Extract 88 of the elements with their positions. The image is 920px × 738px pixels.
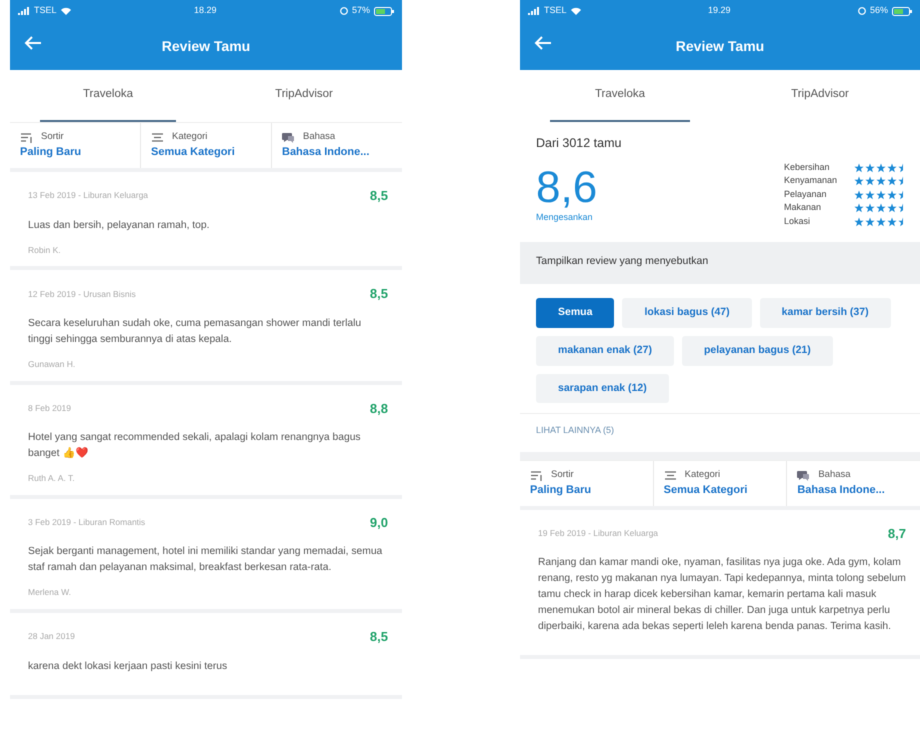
star-icon bbox=[876, 203, 886, 213]
star-icon bbox=[865, 162, 875, 172]
chat-bubble-icon bbox=[797, 468, 810, 482]
review-score: 8,7 bbox=[888, 524, 906, 543]
review-date: 28 Jan 2019 bbox=[28, 630, 75, 644]
carrier-name: TSEL bbox=[544, 4, 567, 18]
star-icon bbox=[854, 176, 864, 186]
battery-percentage: 56% bbox=[870, 4, 888, 18]
reviewer-name: Ruth A. A. T. bbox=[28, 472, 76, 485]
back-button[interactable] bbox=[534, 36, 552, 50]
back-button[interactable] bbox=[24, 36, 42, 50]
overall-score: 8,6 bbox=[536, 164, 598, 211]
filter-chip[interactable]: Semua bbox=[536, 298, 614, 328]
tab[interactable]: Traveloka bbox=[550, 70, 690, 122]
rating-label: Kebersihan bbox=[784, 160, 831, 174]
section-heading: Tampilkan review yang menyebutkan bbox=[520, 242, 920, 284]
star-icon bbox=[854, 216, 864, 226]
page-title: Review Tamu bbox=[162, 36, 250, 56]
star-icon bbox=[854, 162, 864, 172]
filter-dropdown[interactable]: Sortir Paling Baru bbox=[10, 123, 141, 168]
review-text: Secara keseluruhan sudah oke, cuma pemasangan shower mandi terlalu tinggi sehingga semburannya di atas kepala. bbox=[28, 316, 362, 347]
filter-dropdown[interactable]: Bahasa Bahasa Indone... bbox=[272, 123, 402, 168]
star-icon bbox=[876, 190, 886, 200]
star-icon bbox=[854, 190, 864, 200]
tab[interactable]: Traveloka bbox=[40, 70, 176, 122]
battery-icon bbox=[374, 6, 394, 16]
score-verdict: Mengesankan bbox=[536, 210, 594, 224]
star-icon bbox=[876, 176, 886, 186]
back-arrow-icon bbox=[534, 36, 552, 50]
reviewer-name: Robin K. bbox=[28, 244, 62, 256]
review-date: 13 Feb 2019 - Liburan Keluarga bbox=[28, 189, 148, 202]
star-icon bbox=[865, 176, 875, 186]
reviewer-name: Gunawan H. bbox=[28, 358, 76, 370]
review-date: 8 Feb 2019 bbox=[28, 402, 72, 415]
review-text: karena dekt lokasi kerjaan pasti kesini terus bbox=[28, 660, 228, 674]
filter-dropdown[interactable]: Kategori Semua Kategori bbox=[654, 460, 788, 506]
carrier-name: TSEL bbox=[34, 4, 57, 18]
filter-dropdown[interactable]: Bahasa Bahasa Indone... bbox=[787, 460, 920, 506]
star-icon bbox=[876, 162, 886, 172]
review-date: 19 Feb 2019 - Liburan Keluarga bbox=[538, 527, 658, 540]
review-score: 8,5 bbox=[370, 187, 388, 205]
tab[interactable]: TripAdvisor bbox=[236, 70, 372, 122]
wifi-icon bbox=[570, 7, 581, 15]
review-text: Ranjang dan kamar mandi oke, nyaman, fasilitas nya juga oke. Ada gym, kolam renang, resto yg makanan nya lumayan. Tapi kedepannya, minta tolong sebelum tamu check in harap dicek kebersihan kamar, kemarin pertama kali masuk menemukan botol air mineral bekas di chiller. Dan juga untuk karpetnya perlu diperbaiki, karena ada bekas seperti leleh karena benda panas. Terima kasih. bbox=[538, 556, 906, 634]
tab[interactable]: TripAdvisor bbox=[750, 70, 890, 122]
review-score: 8,5 bbox=[370, 285, 388, 304]
wifi-icon bbox=[60, 7, 71, 15]
list-icon bbox=[664, 468, 677, 482]
review-score: 8,8 bbox=[370, 400, 388, 418]
filter-chip[interactable]: lokasi bagus (47) bbox=[622, 298, 752, 328]
chat-bubble-icon bbox=[282, 130, 295, 144]
review-score: 9,0 bbox=[370, 514, 388, 532]
list-icon bbox=[151, 130, 164, 144]
star-icon bbox=[854, 203, 864, 213]
filter-chip[interactable]: kamar bersih (37) bbox=[760, 298, 891, 328]
rating-label: Kenyamanan bbox=[784, 174, 838, 188]
rating-label: Makanan bbox=[784, 201, 822, 214]
signal-icon bbox=[528, 7, 540, 15]
rating-label: Lokasi bbox=[784, 214, 812, 228]
sort-icon bbox=[20, 130, 33, 144]
signal-icon bbox=[18, 7, 30, 15]
battery-percentage: 57% bbox=[352, 4, 370, 18]
battery-icon bbox=[892, 6, 912, 16]
clock-time: 18.29 bbox=[194, 4, 217, 18]
review-date: 3 Feb 2019 - Liburan Romantis bbox=[28, 516, 146, 529]
star-icon bbox=[865, 190, 875, 200]
review-score: 8,5 bbox=[370, 628, 388, 646]
star-icon bbox=[865, 203, 875, 213]
filter-chip[interactable]: makanan enak (27) bbox=[536, 336, 674, 366]
reviewer-name: Merlena W. bbox=[28, 586, 72, 599]
filter-dropdown[interactable]: Kategori Semua Kategori bbox=[141, 123, 272, 168]
review-date: 12 Feb 2019 - Urusan Bisnis bbox=[28, 288, 136, 300]
alarm-icon bbox=[340, 7, 348, 15]
guest-count: Dari 3012 tamu bbox=[536, 135, 622, 152]
filter-chip[interactable]: pelayanan bagus (21) bbox=[682, 336, 833, 366]
review-text: Hotel yang sangat recommended sekali, apalagi kolam renangnya bagus banget 👍❤ bbox=[28, 431, 362, 461]
back-arrow-icon bbox=[24, 36, 42, 50]
star-icon bbox=[865, 216, 875, 226]
rating-label: Pelayanan bbox=[784, 188, 828, 201]
review-text: Luas dan bersih, pelayanan ramah, top. bbox=[28, 218, 210, 232]
filter-dropdown[interactable]: Sortir Paling Baru bbox=[520, 460, 654, 506]
page-title: Review Tamu bbox=[676, 36, 764, 56]
review-text: Sejak berganti management, hotel ini memiliki standar yang memadai, semua staf ramah dan pelayanan maksimal, breakfast berkesan rata-rata. bbox=[28, 545, 384, 576]
alarm-icon bbox=[858, 7, 866, 15]
sort-icon bbox=[530, 468, 543, 482]
filter-chip[interactable]: sarapan enak (12) bbox=[536, 374, 669, 404]
clock-time: 19.29 bbox=[708, 4, 731, 18]
star-icon bbox=[876, 216, 886, 226]
